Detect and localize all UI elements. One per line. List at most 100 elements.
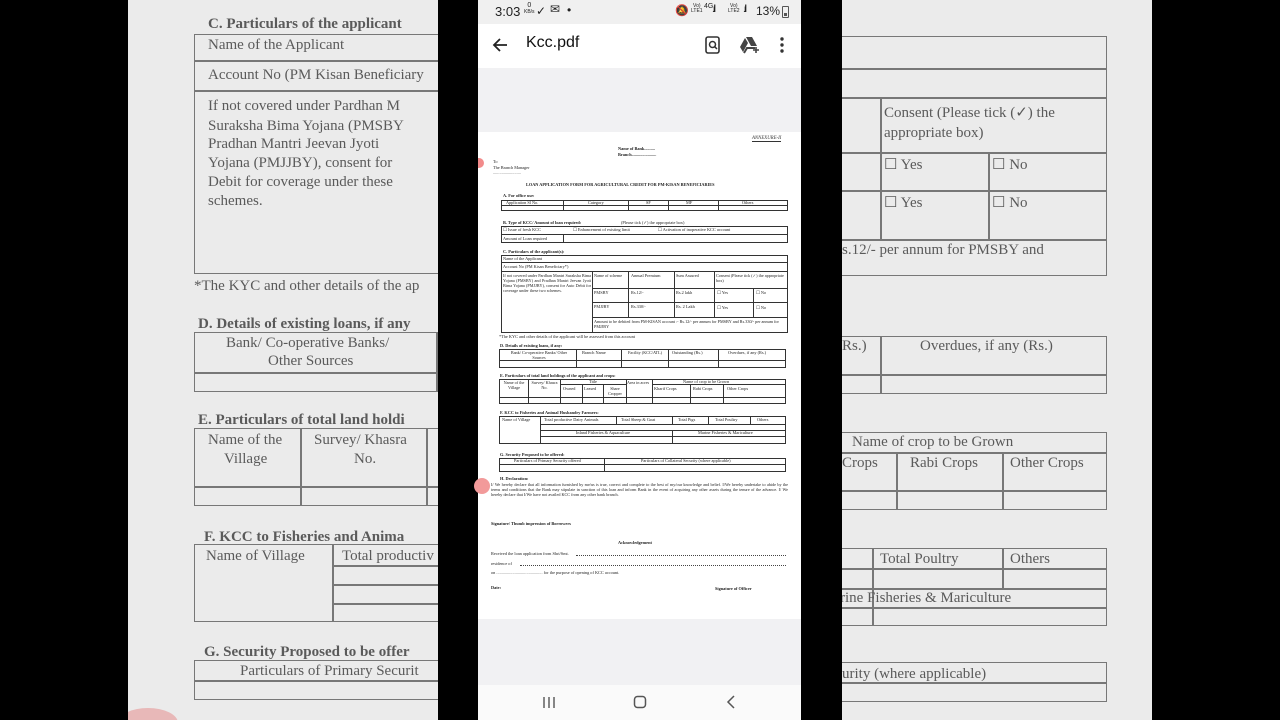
row-scheme: PMSBY — [594, 290, 609, 295]
line — [718, 349, 719, 368]
col-premium: Annual Premium — [631, 273, 661, 278]
bg-line — [842, 152, 1107, 154]
line — [563, 234, 564, 243]
bg-section-d: D. Details of existing loans, if any — [198, 316, 411, 332]
bg-crop-head: Name of crop to be Grown — [852, 434, 1014, 450]
bg-line — [436, 332, 438, 392]
line — [723, 384, 724, 404]
declaration-text: I/ We hereby declare that all informatio… — [491, 482, 788, 497]
col-title: Title — [589, 379, 597, 384]
checkbox-no[interactable]: ☐ No — [756, 290, 766, 295]
data-speed: 0 KB/s — [524, 2, 535, 15]
bg-bank: Bank/ Co-operative Banks/ — [226, 335, 390, 351]
dot-icon: • — [567, 3, 572, 17]
col-bank: Bank/ Co-operative Banks/ Other Sources — [510, 350, 568, 360]
back-nav-icon[interactable] — [726, 695, 736, 709]
checkbox-no[interactable]: ☐ No — [756, 305, 766, 310]
line — [603, 384, 604, 404]
col-scheme: Name of scheme — [594, 273, 623, 278]
line — [560, 379, 561, 404]
line — [750, 416, 751, 424]
data-speed-unit: KB/s — [524, 9, 535, 15]
col-other-crops: Other Crops — [727, 386, 749, 391]
back-arrow-icon[interactable] — [492, 37, 508, 53]
bg-r-top — [842, 36, 1107, 98]
dots-line: .......................... — [493, 170, 521, 175]
status-bar: 3:03 0 KB/s ✓ ✉ • 🔕 Vo) LTE1 4G .ıll Vo) LT… — [478, 0, 801, 24]
dotted-line — [520, 565, 786, 566]
line — [563, 200, 564, 211]
col-collateral: Particulars of Collateral Security (wher… — [641, 458, 731, 463]
line — [652, 384, 786, 385]
bg-consent: appropriate box) — [884, 125, 984, 141]
line — [501, 205, 788, 206]
navigation-bar — [478, 685, 801, 720]
option-enhancement[interactable]: ☐ Enhancement of existing limit — [573, 227, 630, 232]
home-icon[interactable] — [633, 695, 647, 709]
pdf-viewer[interactable]: ANNEXURE-II Name of Bank.......... Branc… — [474, 68, 801, 685]
more-options-icon[interactable] — [779, 36, 785, 54]
bg-yes: ☐ Yes — [884, 195, 923, 211]
option-fresh-kcc[interactable]: ☐ Issue of fresh KCC — [503, 227, 541, 232]
col-owned: Owned — [563, 386, 576, 391]
line — [652, 379, 653, 404]
net2-bottom: LTE2 — [728, 8, 740, 14]
dotted-line — [576, 555, 786, 556]
col-leased: Leased — [584, 386, 597, 391]
section-e-heading: E. Particulars of total land holdings of… — [500, 373, 616, 378]
row-sum: Rs.2 lakh — [676, 290, 693, 295]
background-right-zoom: Consent (Please tick (✓) the appropriate… — [842, 0, 1152, 720]
name-of-bank: Name of Bank.......... — [618, 146, 656, 151]
line — [592, 288, 788, 289]
amount-of-loan: Amount of Loan required — [503, 236, 548, 241]
search-in-document-icon[interactable] — [705, 36, 721, 54]
bg-consent: Consent (Please tick (✓) the — [884, 105, 1055, 121]
col-sheep-goat: Total Sheep & Goat — [621, 417, 656, 422]
signal-icon-2: .ıll — [743, 4, 747, 15]
line — [616, 416, 617, 424]
bg-para-line: schemes. — [208, 193, 263, 209]
app-bar: Kcc.pdf — [478, 24, 801, 68]
save-to-drive-icon[interactable] — [740, 36, 760, 54]
form-title: LOAN APPLICATION FORM FOR AGRICULTURAL C… — [526, 182, 715, 187]
line — [499, 397, 786, 398]
line — [501, 234, 788, 235]
background-left-zoom: C. Particulars of the applicant Name of … — [128, 0, 438, 720]
bg-section-g: G. Security Proposed to be offer — [204, 644, 410, 660]
col-branch: Branch Name — [582, 350, 606, 355]
bg-village2: Name of Village — [206, 548, 305, 564]
annotation-marker — [478, 158, 484, 168]
bg-other: Other Crops — [1010, 455, 1084, 471]
checkbox-yes[interactable]: ☐ Yes — [717, 290, 728, 295]
col-application-no: Application Sl No. — [506, 200, 539, 205]
col-primary: Particulars of Primary Security offered — [514, 458, 581, 463]
kyc-note: *The KYC and other details of the applic… — [499, 334, 635, 339]
row-scheme: PMJJBY — [594, 304, 610, 309]
bg-bank: Other Sources — [268, 353, 354, 369]
line — [592, 317, 788, 318]
row-premium: Rs.12/- — [631, 290, 644, 295]
recent-apps-icon[interactable] — [542, 696, 556, 709]
bg-survey: Survey/ Khasra — [314, 432, 407, 448]
col-rabi: Rabi Crops — [693, 386, 713, 391]
line — [499, 360, 786, 361]
line — [668, 349, 669, 368]
bg-kyc: *The KYC and other details of the ap — [194, 278, 420, 294]
bg-line — [880, 98, 882, 240]
network-2: Vo) LTE2 — [728, 4, 740, 14]
bg-line — [194, 486, 438, 488]
col-mf: MF — [686, 200, 693, 205]
option-activation[interactable]: ☐ Activation of inoperative KCC account — [658, 227, 730, 232]
checkbox-yes[interactable]: ☐ Yes — [717, 305, 728, 310]
bg-line — [194, 60, 438, 62]
col-dairy: Total productive Dairy Animals — [544, 417, 599, 422]
line — [628, 271, 629, 317]
bg-yes: ☐ Yes — [884, 157, 923, 173]
bg-line — [332, 544, 334, 622]
col-pigs: Total Pigs — [678, 417, 696, 422]
col-poultry: Total Poultry — [715, 417, 738, 422]
line — [501, 262, 788, 263]
col-crop: Name of crop to be Grown — [683, 379, 730, 384]
line — [672, 430, 673, 444]
bg-primary: Particulars of Primary Securit — [240, 663, 419, 679]
